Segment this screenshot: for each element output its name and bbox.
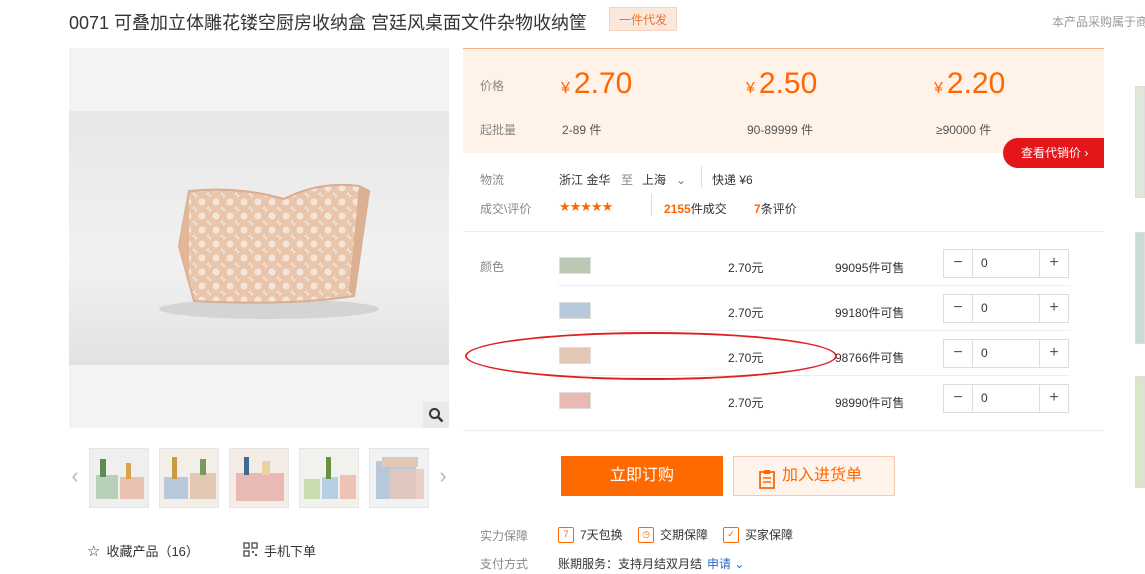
divider xyxy=(463,430,1104,431)
color-label: 颜色 xyxy=(480,260,505,274)
guarantee-label: 实力保障 xyxy=(480,529,529,543)
minus-button[interactable]: − xyxy=(944,340,972,367)
red-annotation-ellipse xyxy=(465,332,837,380)
minus-button[interactable]: − xyxy=(944,250,972,277)
chevron-left-icon[interactable]: ‹ xyxy=(69,464,81,488)
mobile-order-button[interactable]: 手机下单 xyxy=(243,541,316,560)
sku-stock: 99180件可售 xyxy=(835,306,905,320)
quantity-stepper: − 0 + xyxy=(943,384,1069,413)
divider xyxy=(463,231,1104,232)
payment-terms: 账期服务：支持月结双月结 xyxy=(558,557,703,571)
view-dealer-price-button[interactable]: 查看代销价 › xyxy=(1003,138,1104,168)
sku-stock: 98990件可售 xyxy=(835,396,905,410)
clipboard-icon xyxy=(758,466,776,504)
sku-price: 2.70元 xyxy=(728,261,764,275)
tier-range: 2-89 件 xyxy=(562,123,602,137)
mobile-label: 手机下单 xyxy=(264,544,317,559)
quantity-input[interactable]: 0 xyxy=(972,340,1040,367)
product-photo xyxy=(69,111,449,365)
divider xyxy=(558,330,1070,331)
minus-button[interactable]: − xyxy=(944,295,972,322)
chevron-right-icon[interactable]: › xyxy=(437,464,449,488)
thumbnail[interactable] xyxy=(299,448,359,508)
guarantee-item[interactable]: ✓ 买家保障 xyxy=(723,526,793,543)
payment-label: 支付方式 xyxy=(480,557,529,571)
sku-stock: 99095件可售 xyxy=(835,261,905,275)
quantity-stepper: − 0 + xyxy=(943,294,1069,323)
buy-now-button[interactable]: 立即订购 xyxy=(561,456,723,496)
tier-price: ¥2.50 xyxy=(746,67,818,100)
thumbnail-strip: ‹ › xyxy=(69,448,449,510)
review-count[interactable]: 7条评价 xyxy=(754,200,797,217)
deals-count[interactable]: 2155件成交 xyxy=(664,200,727,217)
quantity-stepper: − 0 + xyxy=(943,249,1069,278)
plus-button[interactable]: + xyxy=(1040,250,1068,277)
add-to-cart-button[interactable]: 加入进货单 xyxy=(733,456,895,496)
delivery-fee: 快递 ¥6 xyxy=(712,173,753,187)
chevron-down-icon: ⌄ xyxy=(676,173,687,187)
thumbnail[interactable] xyxy=(229,448,289,508)
price-label: 价格 xyxy=(480,79,505,93)
star-outline-icon: ☆ xyxy=(87,542,101,560)
minus-button[interactable]: − xyxy=(944,385,972,412)
sku-price: 2.70元 xyxy=(728,306,764,320)
divider xyxy=(651,194,652,216)
quantity-input[interactable]: 0 xyxy=(972,295,1040,322)
reviews-label: 成交\评价 xyxy=(480,202,532,216)
guarantee-item[interactable]: ◷ 交期保障 xyxy=(638,526,708,543)
quantity-stepper: − 0 + xyxy=(943,339,1069,368)
min-order-label: 起批量 xyxy=(480,123,517,137)
quantity-input[interactable]: 0 xyxy=(972,385,1040,412)
tier-range: 90-89999 件 xyxy=(747,123,814,137)
dropship-badge[interactable]: 一件代发 xyxy=(609,7,677,31)
product-title: 0071 可叠加立体雕花镂空厨房收纳盒 宫廷风桌面文件杂物收纳筐 xyxy=(69,13,588,33)
divider xyxy=(701,166,702,188)
zoom-icon[interactable] xyxy=(423,402,449,428)
chevron-down-icon: ⌄ xyxy=(734,557,745,571)
plus-button[interactable]: + xyxy=(1040,340,1068,367)
thumbnail[interactable] xyxy=(369,448,429,508)
side-thumbnail[interactable] xyxy=(1135,376,1145,488)
sku-row: 2.70元 99095件可售 − 0 + xyxy=(558,249,1070,293)
chevron-right-icon: › xyxy=(1084,146,1089,160)
favorite-label: 收藏产品（16） xyxy=(106,544,199,559)
qr-code-icon xyxy=(243,541,258,560)
favorite-product-button[interactable]: ☆ 收藏产品（16） xyxy=(87,541,199,560)
clock-icon: ◷ xyxy=(638,526,654,543)
apply-link[interactable]: 申请 ⌄ xyxy=(707,555,744,572)
side-thumbnail[interactable] xyxy=(1135,86,1145,198)
procurement-note: 本产品采购属于商 xyxy=(1052,15,1145,29)
seven-day-exchange-icon: 7 xyxy=(558,526,574,543)
rating-stars-icon: ★★★★★ xyxy=(559,199,613,214)
guarantee-item[interactable]: 7 7天包换 xyxy=(558,526,623,543)
tier-price: ¥2.70 xyxy=(561,67,633,100)
plus-button[interactable]: + xyxy=(1040,295,1068,322)
sku-row: 2.70元 98990件可售 − 0 + xyxy=(558,384,1070,428)
plus-button[interactable]: + xyxy=(1040,385,1068,412)
sku-swatch[interactable] xyxy=(559,392,591,409)
ship-from: 浙江 金华 xyxy=(559,173,611,187)
shield-icon: ✓ xyxy=(723,526,739,543)
sku-swatch[interactable] xyxy=(559,302,591,319)
tier-range: ≥90000 件 xyxy=(936,123,992,137)
quantity-input[interactable]: 0 xyxy=(972,250,1040,277)
sku-swatch[interactable] xyxy=(559,257,591,274)
thumbnail[interactable] xyxy=(89,448,149,508)
sku-stock: 98766件可售 xyxy=(835,351,905,365)
thumbnail[interactable] xyxy=(159,448,219,508)
tier-price: ¥2.20 xyxy=(934,67,1006,100)
price-panel: 价格 起批量 ¥2.70 2-89 件 ¥2.50 90-89999 件 ¥2.… xyxy=(463,48,1104,153)
main-product-image[interactable] xyxy=(69,48,449,428)
sku-price: 2.70元 xyxy=(728,396,764,410)
logistics-label: 物流 xyxy=(480,173,505,187)
ship-to-select[interactable]: 上海 ⌄ xyxy=(642,171,686,188)
ship-to-word: 至 xyxy=(621,173,634,187)
divider xyxy=(558,285,1070,286)
side-thumbnail[interactable] xyxy=(1135,232,1145,344)
